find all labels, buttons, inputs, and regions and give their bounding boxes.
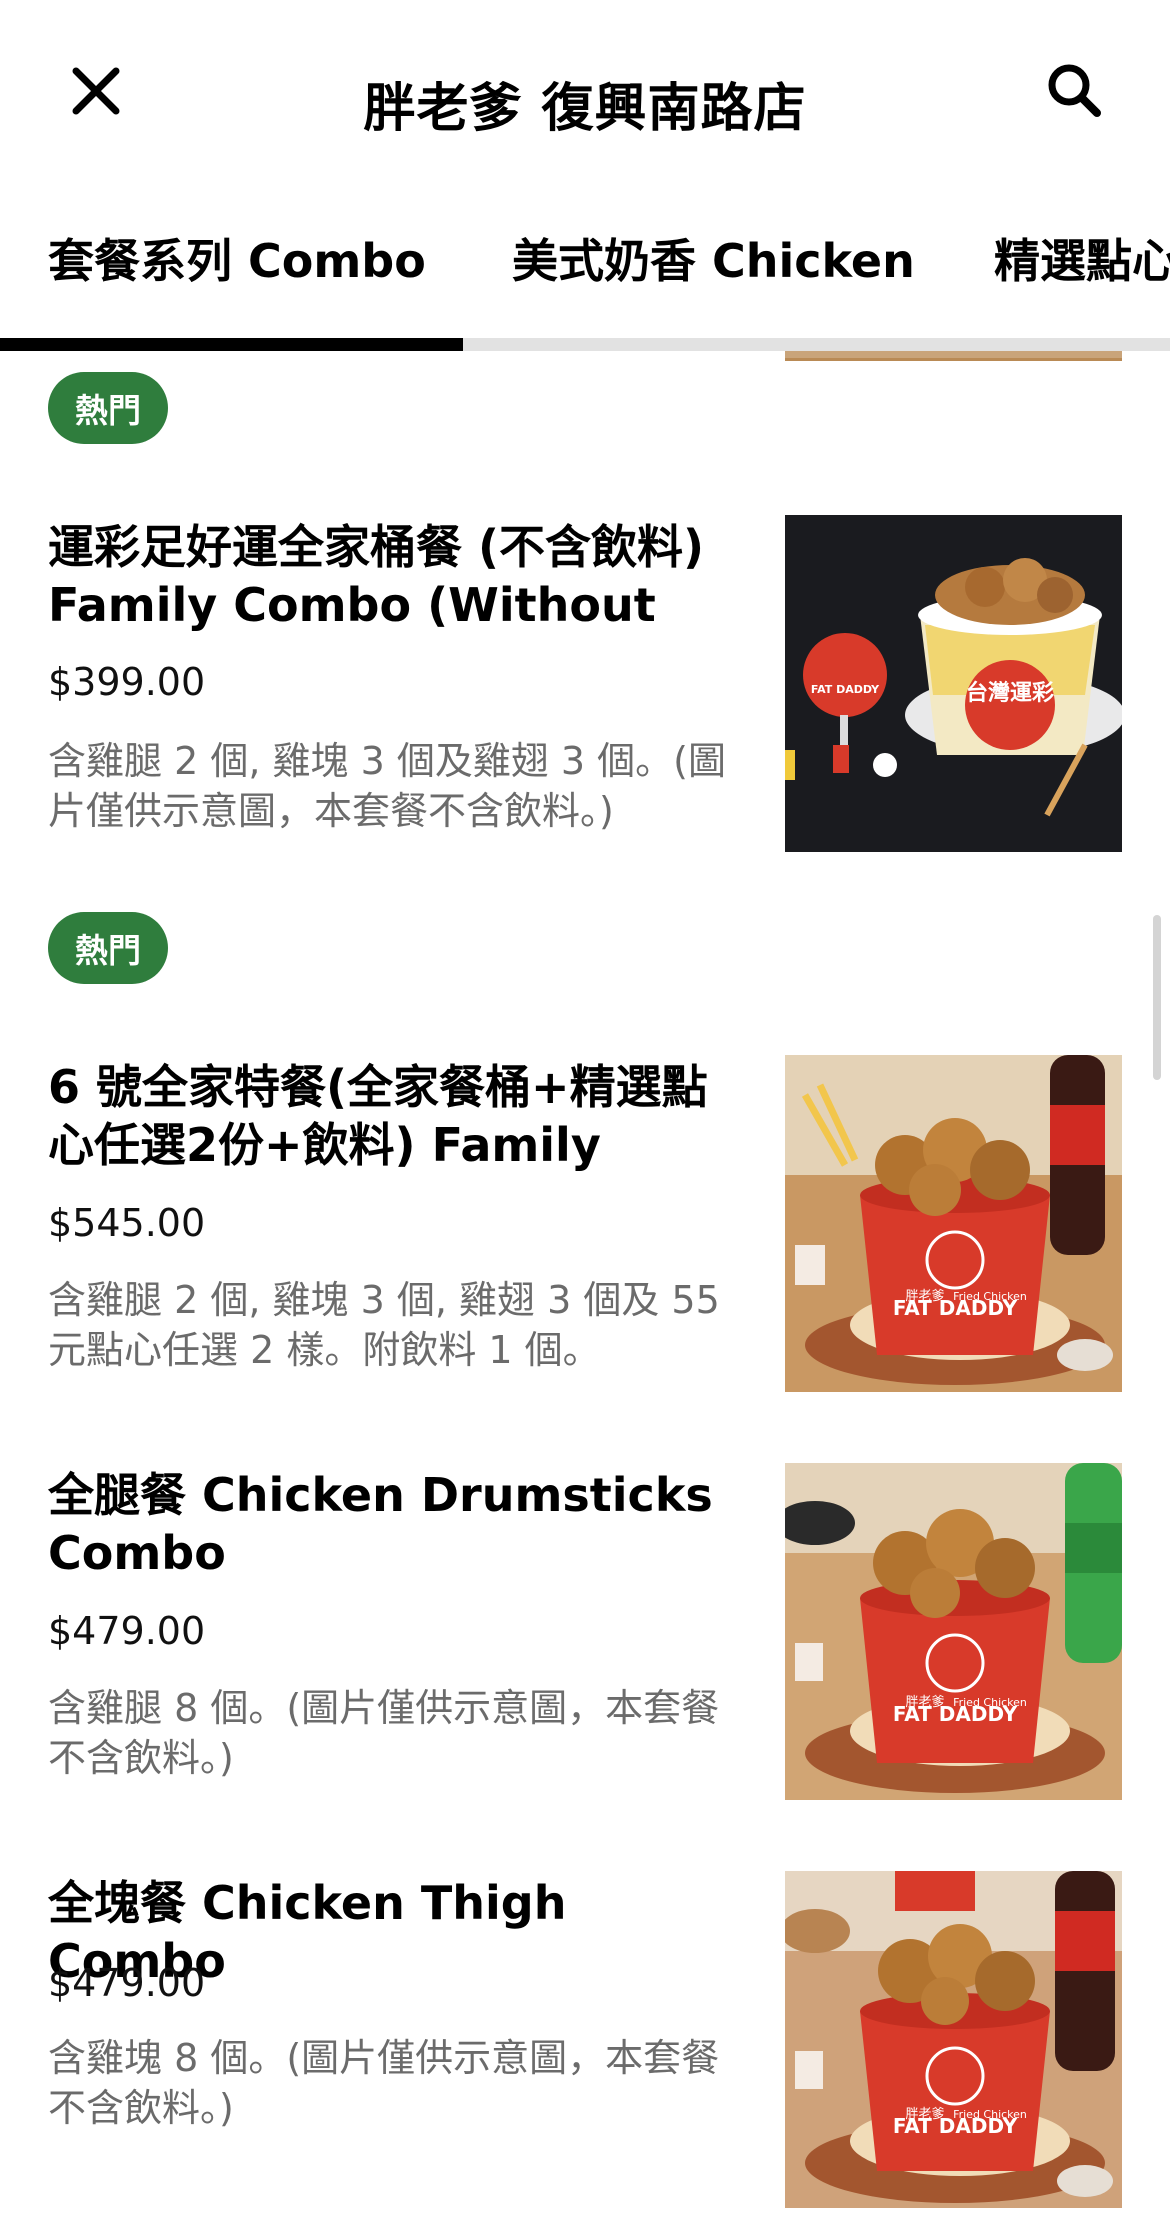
item-title: 6 號全家特餐(全家餐桶+精選點心任選2份+飲料) Family [48,1060,708,1172]
thigh-bucket-photo: FAT DADDY 胖老爹 Fried Chicken [785,1871,1122,2208]
bucket-brand: 胖老爹 [905,2107,944,2122]
store-title: 胖老爹 復興南路店 [363,79,807,139]
item-price: $545.00 [48,1201,206,1245]
tab-active-indicator [0,338,463,351]
item-description: 含雞腿 2 個, 雞塊 3 個及雞翅 3 個。(圖片僅供示意圖，本套餐不含飲料。… [48,739,726,833]
item-title: 全腿餐 Chicken Drumsticks Combo [48,1468,713,1580]
bucket-sub: Fried Chicken [953,1696,1027,1709]
category-tabs: 套餐系列 Combo 美式奶香 Chicken 精選點心 [0,225,1170,345]
search-button[interactable] [1036,52,1112,128]
tab-snacks[interactable]: 精選點心 [994,225,1170,291]
bucket-brand: 胖老爹 [905,1695,944,1710]
scrollbar[interactable] [1153,915,1161,1080]
search-icon [1048,64,1101,117]
previous-item-image[interactable] [785,351,1122,361]
sign-logo: FAT DADDY [811,683,880,696]
item-image[interactable]: FAT DADDY 胖老爹 Fried Chicken [785,1055,1122,1392]
family-bucket-lottery-photo: 台灣運彩 FAT DADDY [785,515,1122,852]
tab-chicken[interactable]: 美式奶香 Chicken [512,225,915,291]
item-price: $399.00 [48,660,206,704]
item-image[interactable]: FAT DADDY 胖老爹 Fried Chicken [785,1463,1122,1800]
drumsticks-bucket-photo: FAT DADDY 胖老爹 Fried Chicken [785,1463,1122,1800]
family-special-bucket-photo: FAT DADDY 胖老爹 Fried Chicken [785,1055,1122,1392]
bucket-label: 台灣運彩 [966,680,1054,706]
item-price: $479.00 [48,1609,206,1653]
item-description: 含雞塊 8 個。(圖片僅供示意圖，本套餐不含飲料。) [48,2036,720,2130]
bucket-brand: 胖老爹 [905,1289,944,1304]
item-title: 運彩足好運全家桶餐 (不含飲料) Family Combo (Without [48,520,705,632]
popular-badge: 熱門 [48,372,168,444]
item-image[interactable]: FAT DADDY 胖老爹 Fried Chicken [785,1871,1122,2208]
item-description: 含雞腿 2 個, 雞塊 3 個, 雞翅 3 個及 55 元點心任選 2 樣。附飲… [48,1278,720,1372]
bucket-sub: Fried Chicken [953,2108,1027,2121]
item-image[interactable]: 台灣運彩 FAT DADDY [785,515,1122,852]
popular-badge: 熱門 [48,912,168,984]
item-description: 含雞腿 8 個。(圖片僅供示意圖，本套餐不含飲料。) [48,1686,720,1780]
top-bar: 胖老爹 復興南路店 [0,0,1170,190]
item-price: $479.00 [48,1961,206,2005]
tab-combo[interactable]: 套餐系列 Combo [48,225,426,291]
bucket-sub: Fried Chicken [953,1290,1027,1303]
